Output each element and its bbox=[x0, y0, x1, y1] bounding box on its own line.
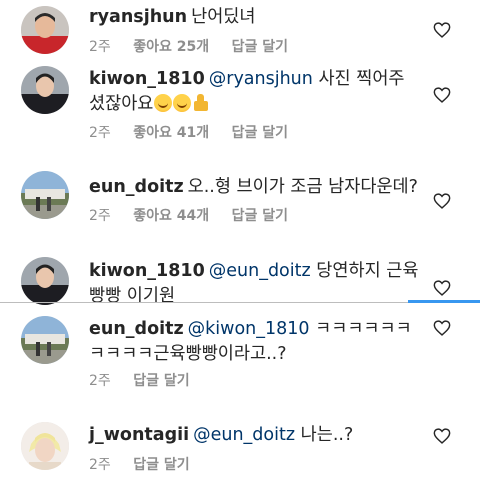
comment-item: ryansjhun 난어딨녀 2주 좋아요 25개 답글 달기 bbox=[0, 0, 480, 60]
heart-outline-icon[interactable] bbox=[433, 193, 451, 209]
comment-time: 2주 bbox=[89, 373, 111, 389]
comment-mention[interactable]: @eun_doitz bbox=[209, 261, 311, 281]
heart-outline-icon[interactable] bbox=[433, 280, 451, 296]
comment-mention[interactable]: @kiwon_1810 bbox=[188, 319, 310, 339]
avatar[interactable] bbox=[21, 171, 69, 219]
comment-username[interactable]: kiwon_1810 bbox=[89, 69, 205, 89]
comment-item: eun_doitz @kiwon_1810 ㅋㅋㅋㅋㅋㅋㅋㅋㅋㅋ근육빵빵이라고..… bbox=[0, 312, 480, 402]
comment-body: 오..형 브이가 조금 남자다운데? bbox=[187, 177, 418, 197]
comment-item: j_wontagii @eun_doitz 나는..? 2주 답글 달기 bbox=[0, 418, 480, 480]
comment-meta: 2주 답글 달기 bbox=[89, 454, 208, 474]
comment-meta: 2주 좋아요 25개 답글 달기 bbox=[89, 36, 306, 56]
comment-time: 2주 bbox=[89, 125, 111, 141]
heart-outline-icon[interactable] bbox=[433, 428, 451, 444]
reply-button[interactable]: 답글 달기 bbox=[232, 208, 288, 224]
heart-outline-icon[interactable] bbox=[433, 87, 451, 103]
comment-username[interactable]: eun_doitz bbox=[89, 319, 184, 339]
comment-text: eun_doitz @kiwon_1810 ㅋㅋㅋㅋㅋㅋㅋㅋㅋㅋ근육빵빵이라고..… bbox=[89, 317, 419, 367]
comment-username[interactable]: ryansjhun bbox=[89, 7, 187, 27]
comment-time: 2주 bbox=[89, 39, 111, 55]
comment-likes[interactable]: 좋아요 25개 bbox=[133, 39, 209, 55]
comment-text: j_wontagii @eun_doitz 나는..? bbox=[89, 423, 419, 448]
comment-mention[interactable]: @eun_doitz bbox=[193, 425, 295, 445]
comment-text: ryansjhun 난어딨녀 bbox=[89, 5, 419, 30]
comment-item: kiwon_1810 @ryansjhun 사진 찍어주셨잖아요 2주 좋아요 4… bbox=[0, 60, 480, 160]
comment-username[interactable]: j_wontagii bbox=[89, 425, 189, 445]
comment-text: kiwon_1810 @ryansjhun 사진 찍어주셨잖아요 bbox=[89, 67, 419, 117]
reply-button[interactable]: 답글 달기 bbox=[232, 39, 288, 55]
heart-outline-icon[interactable] bbox=[433, 22, 451, 38]
comment-username[interactable]: eun_doitz bbox=[89, 177, 184, 197]
comment-meta: 2주 좋아요 41개 답글 달기 bbox=[89, 122, 306, 142]
comment-likes[interactable]: 좋아요 44개 bbox=[133, 208, 209, 224]
comment-meta: 2주 좋아요 44개 답글 달기 bbox=[89, 205, 306, 225]
comment-likes[interactable]: 좋아요 41개 bbox=[133, 125, 209, 141]
comment-text: eun_doitz 오..형 브이가 조금 남자다운데? bbox=[89, 175, 419, 200]
thumbs-up-emoji bbox=[192, 94, 210, 112]
scroll-indicator bbox=[408, 300, 480, 303]
comment-meta: 2주 답글 달기 bbox=[89, 370, 208, 390]
avatar[interactable] bbox=[21, 257, 69, 305]
reply-button[interactable]: 답글 달기 bbox=[133, 373, 189, 389]
heart-outline-icon[interactable] bbox=[433, 320, 451, 336]
comment-time: 2주 bbox=[89, 457, 111, 473]
comment-item: eun_doitz 오..형 브이가 조금 남자다운데? 2주 좋아요 44개 답… bbox=[0, 165, 480, 245]
avatar[interactable] bbox=[21, 6, 69, 54]
comment-body: 난어딨녀 bbox=[191, 7, 256, 27]
comment-mention[interactable]: @ryansjhun bbox=[209, 69, 313, 89]
smiling-face-emoji bbox=[173, 94, 192, 112]
comment-username[interactable]: kiwon_1810 bbox=[89, 261, 205, 281]
reply-button[interactable]: 답글 달기 bbox=[133, 457, 189, 473]
comment-time: 2주 bbox=[89, 208, 111, 224]
reply-button[interactable]: 답글 달기 bbox=[232, 125, 288, 141]
avatar[interactable] bbox=[21, 422, 69, 470]
smiling-face-emoji bbox=[154, 94, 173, 112]
avatar[interactable] bbox=[21, 66, 69, 114]
comment-item: kiwon_1810 @eun_doitz 당연하지 근육빵빵 이기원 bbox=[0, 255, 480, 306]
avatar[interactable] bbox=[21, 316, 69, 364]
comment-body: 나는..? bbox=[300, 425, 354, 445]
